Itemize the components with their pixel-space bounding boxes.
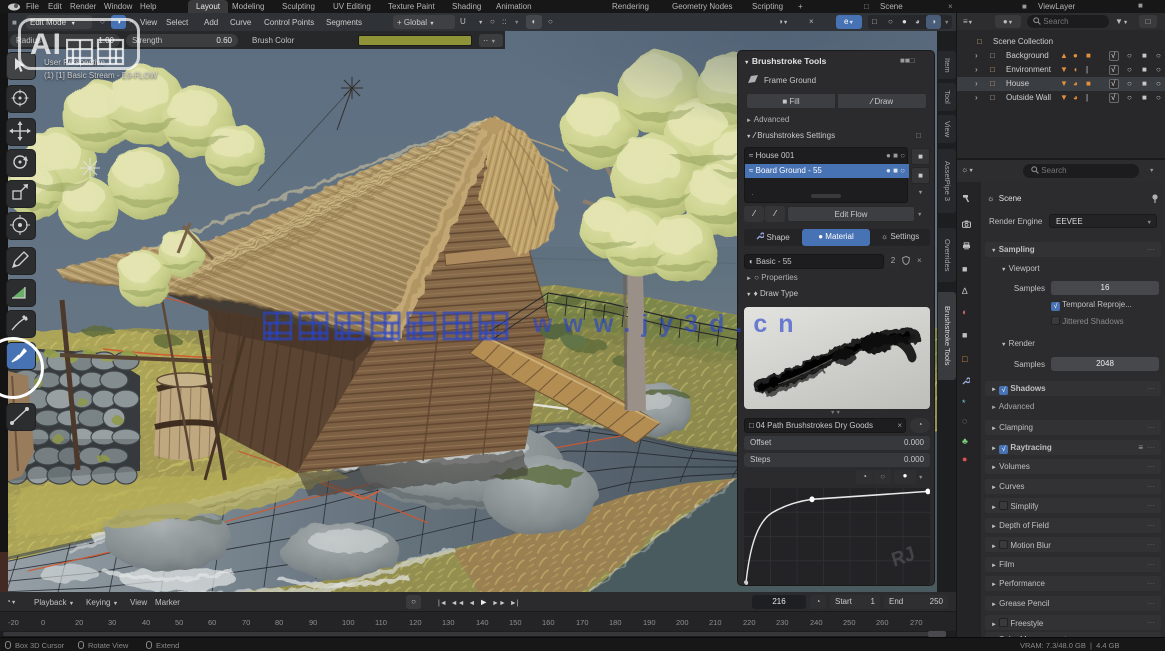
svg-text:RJ: RJ bbox=[889, 543, 917, 572]
